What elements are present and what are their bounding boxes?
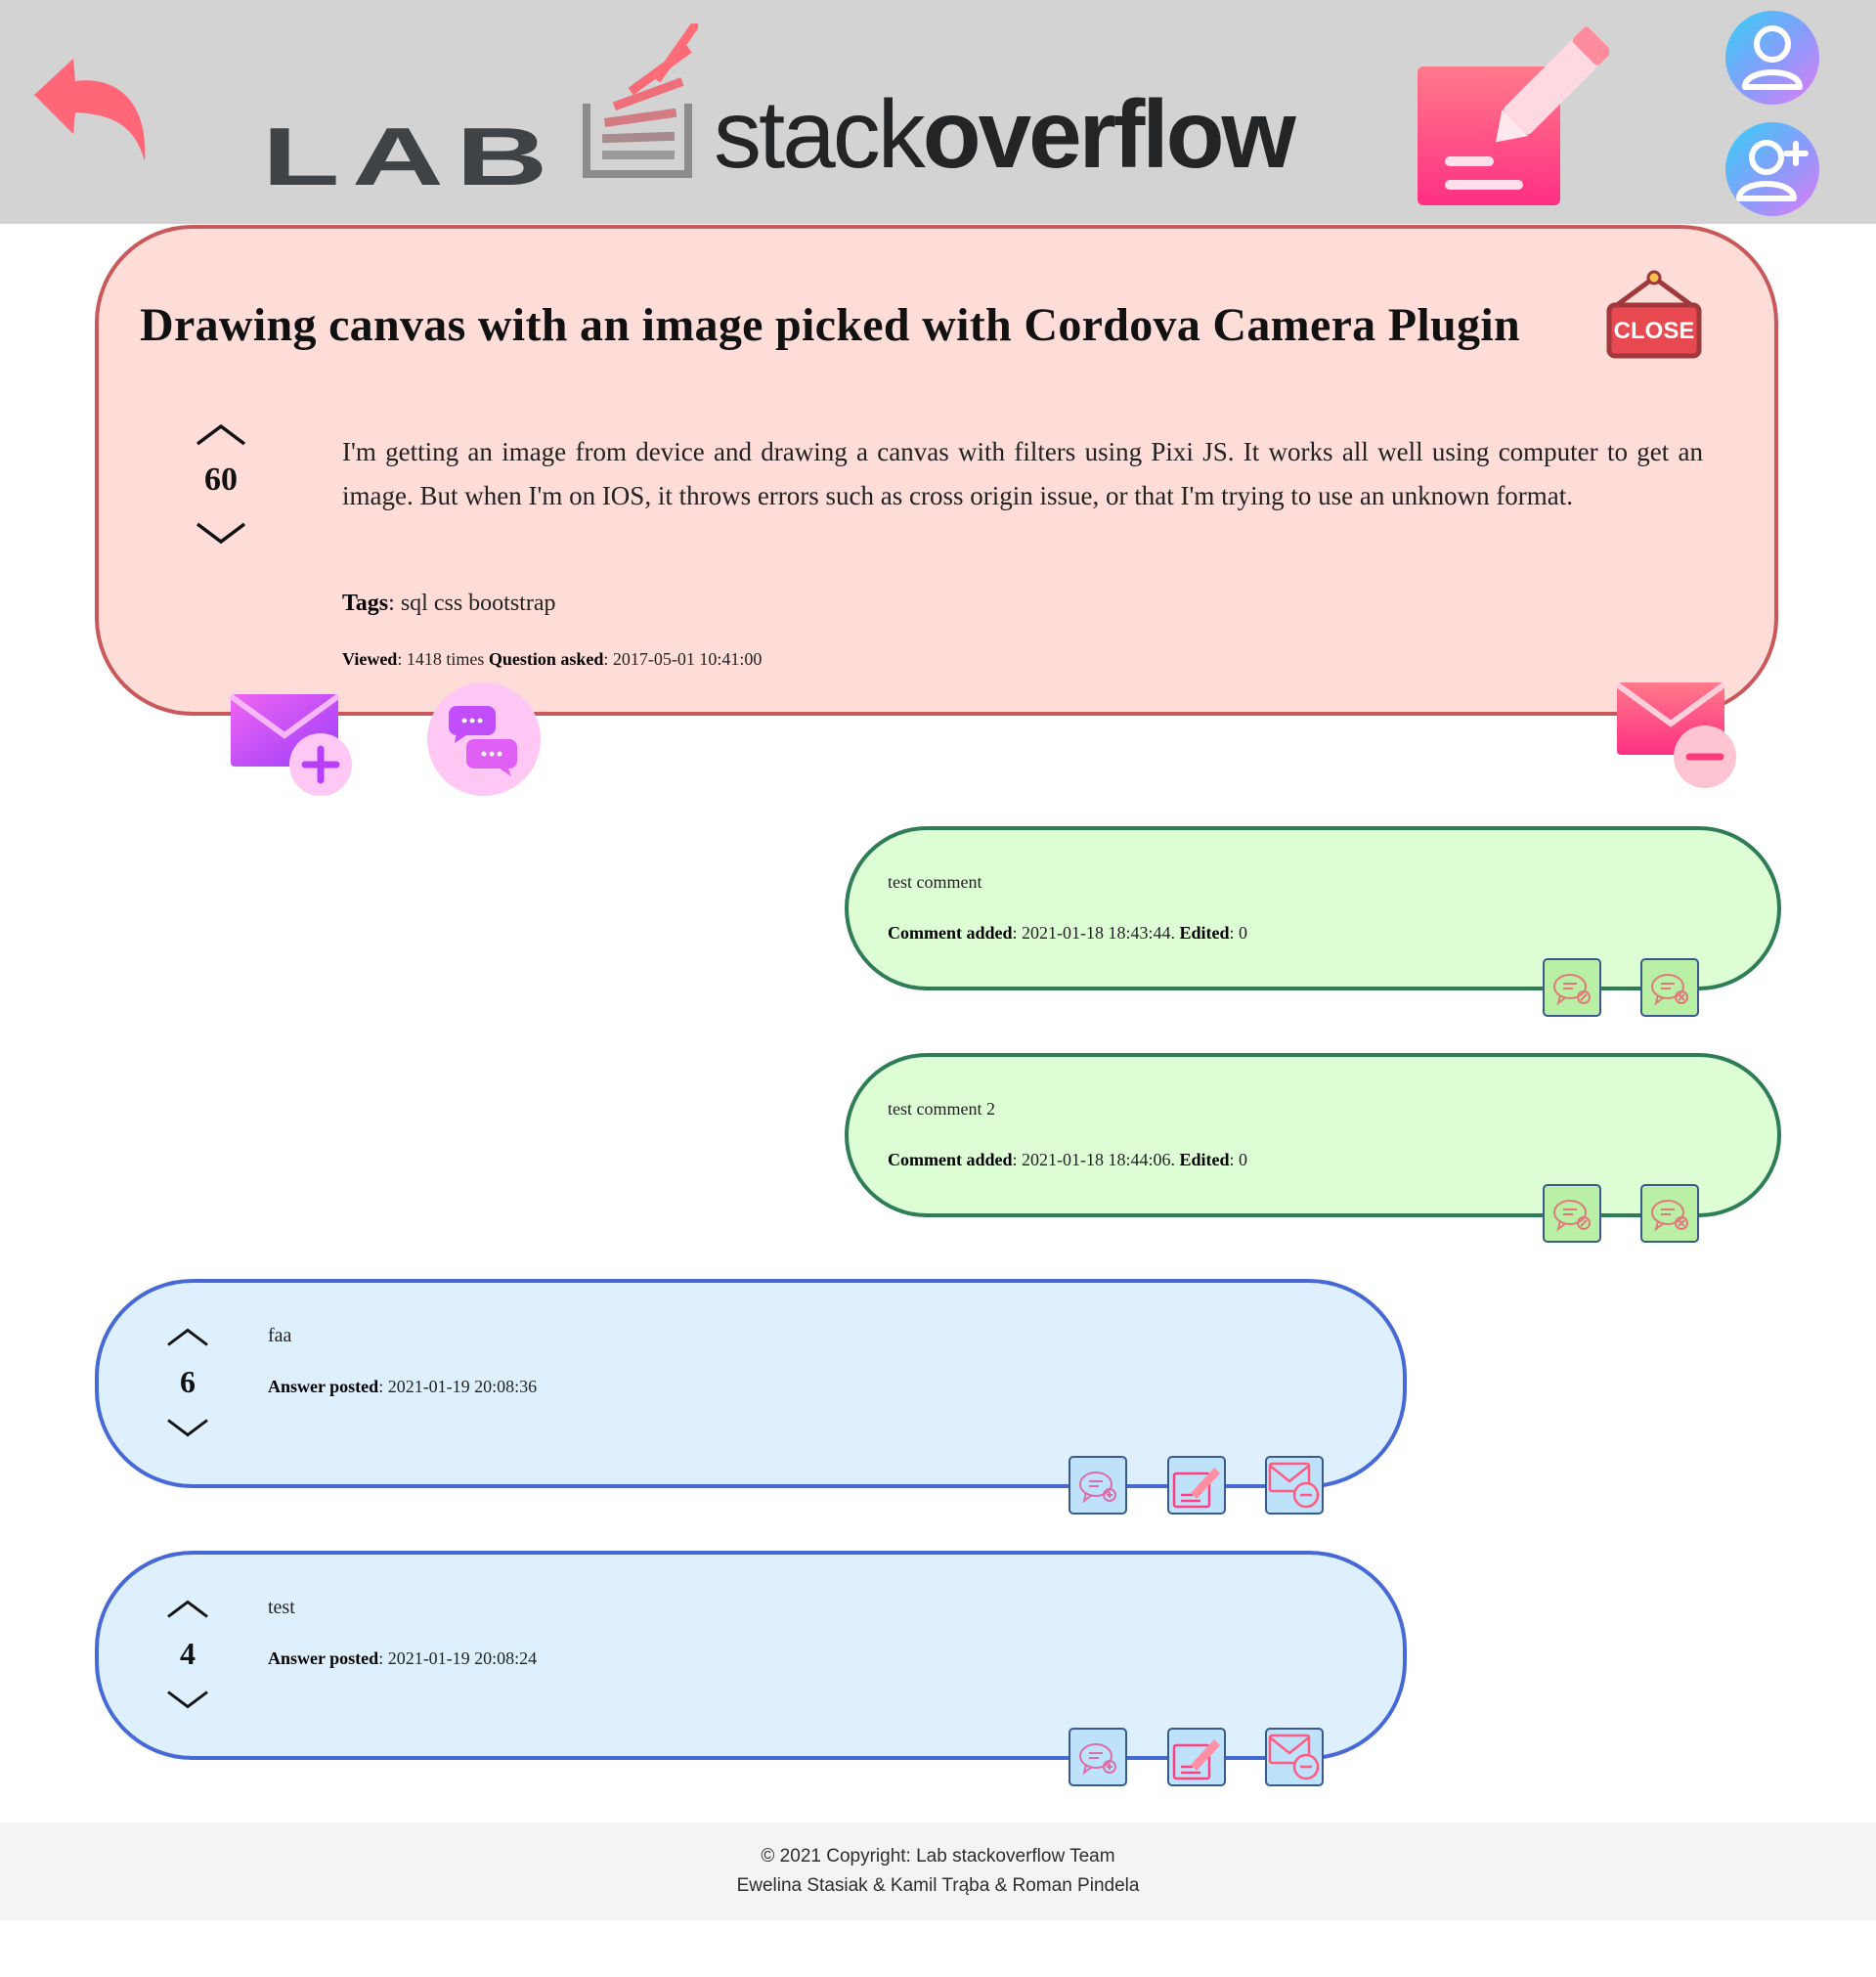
comment-edited-value: : 0 [1229, 923, 1248, 943]
chat-delete-icon [1651, 974, 1688, 1006]
comment-added-label: Comment added [888, 923, 1013, 943]
comment-added-label: Comment added [888, 1150, 1013, 1169]
user-profile-button[interactable] [1725, 11, 1819, 105]
chat-bubbles-icon [449, 706, 517, 776]
logo-overflow-part: overflow [922, 80, 1296, 188]
answer-text: test [268, 1597, 295, 1618]
chat-edit-icon [1553, 974, 1591, 1006]
comment-text: test comment 2 [888, 1099, 995, 1119]
comment-meta: Comment added: 2021-01-18 18:44:06. Edit… [888, 1150, 1247, 1170]
comment-text: test comment [888, 872, 982, 892]
answer-vote-count: 6 [180, 1364, 196, 1399]
edit-note-icon [1172, 1739, 1220, 1780]
chat-edit-icon [1553, 1200, 1591, 1232]
tags-value: : sql css bootstrap [388, 591, 556, 616]
asked-value: : 2017-05-01 10:41:00 [603, 649, 763, 669]
edit-answer-button[interactable] [1167, 1728, 1226, 1786]
logo-lab-text: LAB [262, 110, 560, 202]
answer-meta: Answer posted: 2021-01-19 20:08:36 [268, 1377, 537, 1397]
delete-comment-button[interactable] [1640, 958, 1699, 1017]
tags-label: Tags [342, 591, 389, 616]
delete-question-button[interactable] [1615, 679, 1740, 792]
page-footer: © 2021 Copyright: Lab stackoverflow Team… [0, 1823, 1876, 1920]
mail-add-icon [229, 693, 352, 796]
answer-posted-label: Answer posted [268, 1648, 379, 1668]
asked-label: Question asked [488, 649, 604, 669]
edit-note-icon [1172, 1468, 1220, 1509]
footer-authors: Ewelina Stasiak & Kamil Trąba & Roman Pi… [736, 1875, 1140, 1896]
mail-remove-icon [1268, 1462, 1320, 1509]
answer-upvote-button[interactable] [163, 1325, 212, 1350]
edit-comment-button[interactable] [1543, 1184, 1601, 1243]
chat-add-icon [1079, 1472, 1116, 1504]
delete-comment-button[interactable] [1640, 1184, 1699, 1243]
edit-note-icon [1418, 26, 1611, 205]
close-sign-label: CLOSE [1614, 318, 1695, 344]
question-tags: Tags: sql css bootstrap [342, 591, 555, 617]
footer-copyright: © 2021 Copyright: Lab stackoverflow Team [761, 1846, 1115, 1867]
answer-vote-count: 4 [180, 1636, 196, 1671]
question-title: Drawing canvas with an image picked with… [140, 299, 1520, 351]
comment-edited-label: Edited [1179, 923, 1230, 943]
question-meta: Viewed: 1418 times Question asked: 2017-… [342, 649, 762, 670]
back-arrow-icon [34, 59, 146, 161]
question-downvote-button[interactable] [192, 518, 250, 548]
register-user-button[interactable] [1725, 122, 1819, 216]
edit-comment-button[interactable] [1543, 958, 1601, 1017]
answer-posted-value: : 2021-01-19 20:08:36 [378, 1377, 538, 1396]
delete-answer-button[interactable] [1265, 1456, 1324, 1515]
mail-remove-icon [1268, 1734, 1320, 1780]
answer-downvote-button[interactable] [163, 1687, 212, 1712]
answer-posted-label: Answer posted [268, 1377, 379, 1396]
question-vote-count: 60 [204, 461, 238, 498]
logo-stackoverflow-text: stackoverflow [714, 86, 1296, 182]
answer-posted-value: : 2021-01-19 20:08:24 [378, 1648, 538, 1668]
comment-added-value: : 2021-01-18 18:43:44. [1012, 923, 1180, 943]
answer-text: faa [268, 1325, 292, 1346]
comment-edited-label: Edited [1179, 1150, 1230, 1169]
close-question-button[interactable]: CLOSE [1605, 270, 1703, 360]
delete-answer-button[interactable] [1265, 1728, 1324, 1786]
viewed-label: Viewed [342, 649, 398, 669]
mail-remove-icon [1615, 681, 1736, 788]
answer-downvote-button[interactable] [163, 1415, 212, 1440]
comment-added-value: : 2021-01-18 18:44:06. [1012, 1150, 1180, 1169]
chat-delete-icon [1651, 1200, 1688, 1232]
stackoverflow-logo-icon [581, 18, 702, 180]
ask-question-button[interactable] [1414, 18, 1611, 213]
comment-answer-button[interactable] [1069, 1456, 1127, 1515]
add-answer-button[interactable] [227, 684, 356, 802]
chat-add-icon [1079, 1743, 1116, 1776]
question-body: I'm getting an image from device and dra… [342, 437, 1703, 510]
close-sign-icon: CLOSE [1606, 270, 1702, 359]
add-comment-button[interactable] [427, 682, 541, 796]
comment-answer-button[interactable] [1069, 1728, 1127, 1786]
user-icon [1742, 25, 1803, 90]
question-upvote-button[interactable] [192, 420, 250, 450]
comment-edited-value: : 0 [1229, 1150, 1248, 1169]
answer-upvote-button[interactable] [163, 1597, 212, 1622]
top-header: LAB stackoverflow [0, 0, 1876, 224]
add-user-icon [1736, 140, 1809, 201]
back-button[interactable] [29, 54, 156, 171]
logo-stack-part: stack [714, 80, 926, 188]
answer-meta: Answer posted: 2021-01-19 20:08:24 [268, 1648, 537, 1669]
comment-meta: Comment added: 2021-01-18 18:43:44. Edit… [888, 923, 1247, 944]
viewed-value: : 1418 times [397, 649, 489, 669]
edit-answer-button[interactable] [1167, 1456, 1226, 1515]
